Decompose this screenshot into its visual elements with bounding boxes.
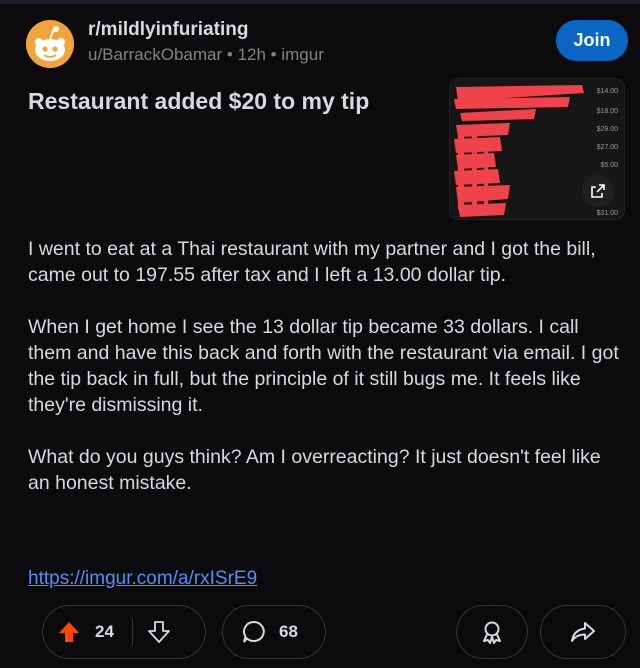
upvote-arrow-icon [59,622,79,642]
meta-separator: • [265,45,282,64]
subreddit-avatar[interactable] [26,20,74,68]
vote-control: 24 [42,605,206,659]
vote-divider [131,619,133,645]
post-body: I went to eat at a Thai restaurant with … [28,236,626,522]
thumb-amount-5: $5.00 [600,162,618,169]
top-edge-bar [0,0,640,4]
post-meta: u/BarrackObamar • 12h • imgur [88,45,324,65]
downvote-arrow-icon [148,621,170,643]
open-external-button[interactable] [582,175,614,207]
thumb-amount-2: $18.00 [597,108,619,115]
post-age: 12h [237,45,266,64]
thumb-amount-1: $14.00 [597,88,619,95]
post-link[interactable]: https://imgur.com/a/rxISrE9 [28,568,257,590]
post-source: imgur [281,45,324,64]
comment-bubble-icon [243,620,265,643]
award-button[interactable] [456,605,528,659]
subreddit-name[interactable]: r/mildlyinfuriating [88,19,248,41]
comments-button[interactable]: 68 [222,605,326,659]
thumb-amount-3: $29.00 [597,126,619,133]
thumb-amount-4: $27.00 [597,144,619,151]
body-paragraph: What do you guys think? Am I overreactin… [28,446,601,494]
body-paragraph: When I get home I see the 13 dollar tip … [28,316,619,416]
snoo-icon [26,20,74,68]
thumb-amount-6: $31.00 [597,210,619,217]
open-external-icon [591,184,605,198]
share-arrow-icon [571,622,595,642]
join-button[interactable]: Join [556,20,628,61]
comment-icon-wrap [241,619,267,645]
share-button[interactable] [540,605,626,659]
upvote-count: 24 [95,622,114,641]
award-icon [483,621,501,644]
author-name[interactable]: u/BarrackObamar [88,45,222,64]
meta-separator: • [222,45,238,64]
body-paragraph: I went to eat at a Thai restaurant with … [28,238,596,286]
upvote-button[interactable] [57,620,81,644]
comment-count: 68 [279,622,298,641]
downvote-button[interactable] [147,620,171,644]
post-thumbnail[interactable]: $14.00 $18.00 $29.00 $27.00 $5.00 $31.00 [449,78,625,220]
post-title[interactable]: Restaurant added $20 to my tip [28,88,428,115]
